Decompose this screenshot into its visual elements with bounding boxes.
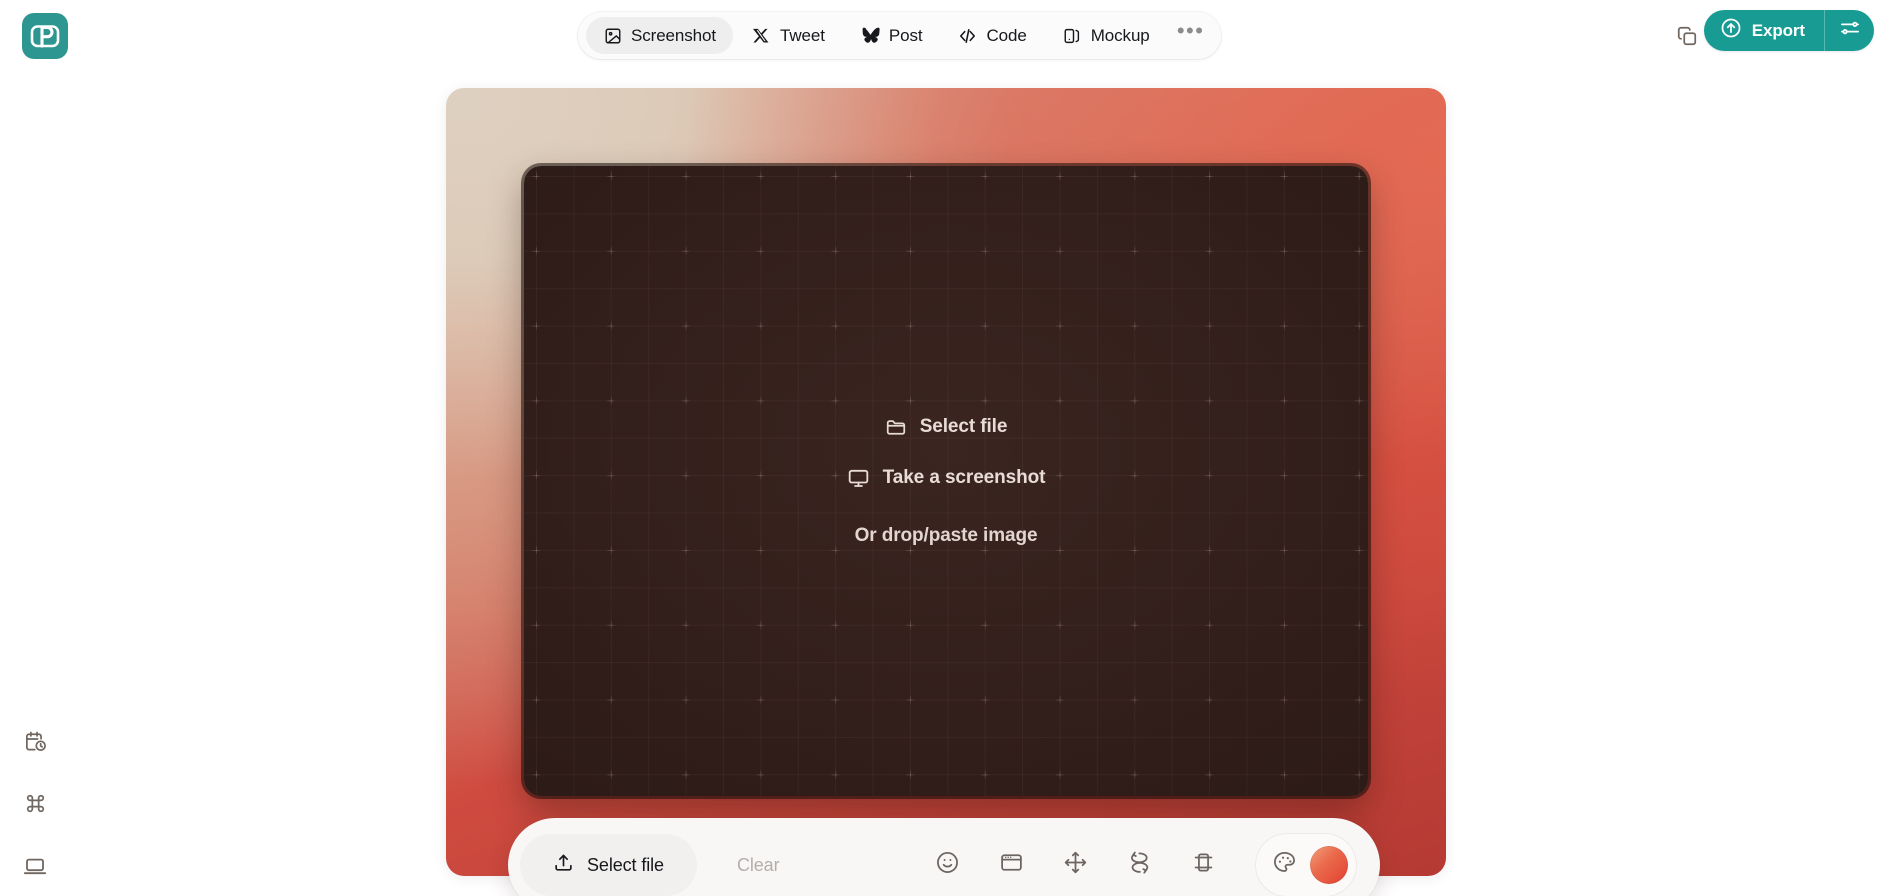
tab-label: Mockup [1090,25,1150,45]
sidebar-item-history[interactable] [15,724,55,764]
tab-post[interactable]: Post [844,17,940,54]
rotate-tool-button[interactable] [1118,844,1160,886]
calendar-clock-icon [24,730,47,758]
tab-label: Code [986,25,1027,45]
x-logo-icon [752,26,771,45]
sidebar-bottom-group [0,724,70,888]
layers-tool-button[interactable] [1182,844,1224,886]
image-icon [603,26,622,45]
code-brackets-icon [958,26,977,45]
dropzone-take-screenshot-label: Take a screenshot [882,467,1046,488]
dropzone-content: Select file Take a screenshot Or drop/pa… [524,166,1368,796]
command-key-icon [24,792,47,820]
app-root: Screenshot Tweet Post Code Mockup ••• Ex… [0,0,1896,896]
upload-icon [553,852,574,878]
select-file-label: Select file [587,854,664,875]
device-mockup-icon [1063,26,1082,45]
export-label: Export [1751,20,1805,40]
dropzone-drop-hint: Or drop/paste image [854,524,1038,546]
app-logo[interactable] [22,13,68,59]
smiley-icon [935,850,960,880]
color-swatch[interactable] [1310,846,1348,884]
folder-icon [885,416,907,438]
export-settings-button[interactable] [1824,10,1874,51]
mode-tab-group: Screenshot Tweet Post Code Mockup ••• [578,12,1221,59]
dropzone-select-file-button[interactable]: Select file [885,415,1008,438]
export-button[interactable]: Export [1704,10,1824,51]
monitor-icon [847,467,870,490]
sidebar-item-shortcuts[interactable] [15,786,55,826]
palette-button[interactable] [1264,845,1304,885]
sidebar-item-device[interactable] [15,848,55,888]
palette-icon [1272,850,1297,880]
color-group [1256,834,1356,896]
top-bar: Screenshot Tweet Post Code Mockup ••• Ex… [0,0,1896,72]
tab-label: Screenshot [631,25,716,45]
clear-button[interactable]: Clear [723,855,794,876]
screenshot-dropzone[interactable]: Select file Take a screenshot Or drop/pa… [524,166,1368,796]
layers-icon [1191,850,1216,880]
left-sidebar [0,72,70,896]
dropzone-take-screenshot-button[interactable]: Take a screenshot [847,467,1046,490]
tab-code[interactable]: Code [941,17,1043,54]
copy-icon[interactable] [1668,17,1706,55]
bluesky-butterfly-icon [861,26,880,45]
sliders-icon [1839,17,1861,44]
frame-tool-button[interactable] [990,844,1032,886]
tab-label: Tweet [780,25,825,45]
bottom-toolbar: Select file Clear [508,818,1380,896]
tab-mockup[interactable]: Mockup [1046,17,1167,54]
emoji-tool-button[interactable] [926,844,968,886]
browser-frame-icon [999,850,1024,880]
move-arrows-icon [1063,850,1088,880]
more-options-button[interactable]: ••• [1169,17,1213,54]
tab-tweet[interactable]: Tweet [735,17,842,54]
dropzone-select-file-label: Select file [919,415,1008,437]
tool-icon-group [926,834,1356,896]
rotate-3d-icon [1127,850,1152,880]
position-tool-button[interactable] [1054,844,1096,886]
tab-screenshot[interactable]: Screenshot [586,17,733,54]
tab-label: Post [888,25,923,45]
laptop-icon [23,854,47,883]
upload-circle-icon [1720,17,1742,44]
select-file-button[interactable]: Select file [520,834,697,896]
export-group: Export [1703,10,1874,51]
